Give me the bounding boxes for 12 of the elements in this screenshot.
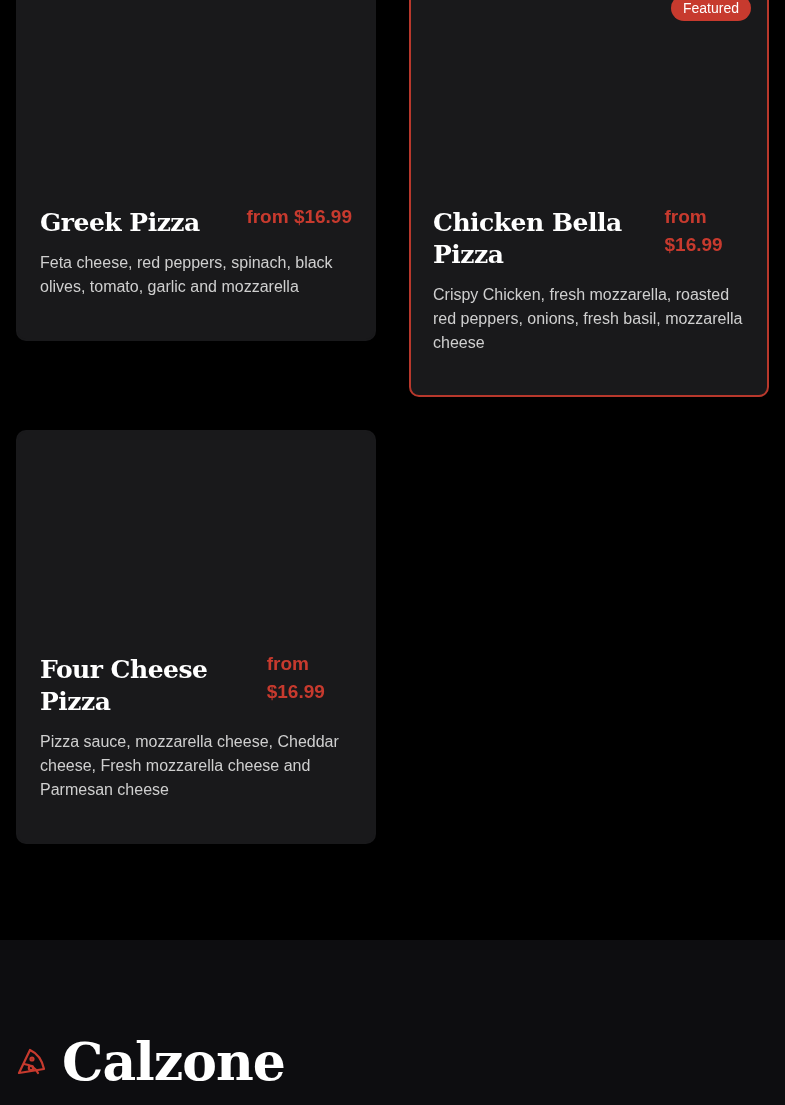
pizza-name: Four Cheese Pizza (40, 654, 209, 718)
pizza-slice-icon (16, 1047, 46, 1077)
price: from $16.99 (664, 205, 724, 257)
pizza-name: Greek Pizza (40, 207, 200, 239)
pizza-name: Chicken Bella Pizza (433, 207, 623, 271)
pizza-description: Feta cheese, red peppers, spinach, black olives, tomato, garlic and mozzarella (40, 253, 334, 297)
pizza-description: Crispy Chicken, fresh mozzarella, roasted red peppers, onions, fresh basil, mozzarella cheese (433, 285, 744, 353)
pizza-description: Pizza sauce, mozzarella cheese, Cheddar cheese, Fresh mozzarella cheese and Parmesan cheese (40, 732, 340, 800)
price: from $16.99 (266, 652, 326, 704)
section-title: Calzone (62, 1030, 285, 1094)
featured-badge: Featured (670, 0, 751, 21)
price: from $16.99 (246, 205, 352, 229)
